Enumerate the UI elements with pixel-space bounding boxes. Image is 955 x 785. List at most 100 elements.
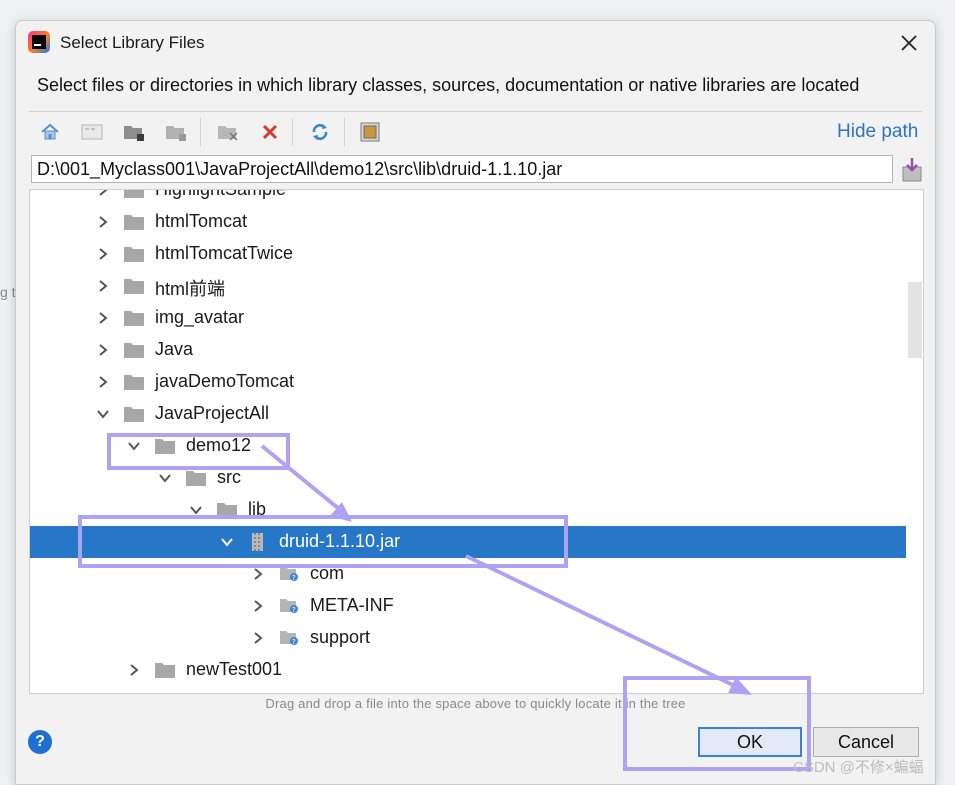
tree-row[interactable]: ? com — [30, 558, 906, 590]
tree-row[interactable]: img_avatar — [30, 302, 906, 334]
path-history-button[interactable] — [901, 157, 923, 183]
intellij-app-icon — [28, 31, 50, 53]
chevron-right-icon[interactable] — [96, 375, 110, 389]
svg-text:?: ? — [292, 606, 296, 614]
close-icon — [901, 35, 917, 51]
tree-row[interactable]: druid-1.1.10.jar — [30, 526, 906, 558]
chevron-right-icon[interactable] — [96, 279, 110, 293]
file-chooser-toolbar — [34, 118, 394, 146]
tree-row-label: HighlightSample — [155, 189, 287, 199]
tree-row-label: lib — [248, 499, 267, 519]
folder-icon — [124, 246, 144, 262]
chevron-down-icon[interactable] — [127, 439, 141, 453]
toolbar-separator — [200, 118, 201, 146]
chevron-right-icon[interactable] — [96, 215, 110, 229]
title-bar: Select Library Files — [16, 21, 935, 65]
chevron-down-icon[interactable] — [189, 503, 203, 517]
toolbar-separator — [344, 118, 345, 146]
folder-icon — [124, 310, 144, 326]
tree-row[interactable]: Java — [30, 334, 906, 366]
tree-row-label: htmlTomcat — [155, 211, 248, 231]
tree-row-label: javaDemoTomcat — [155, 371, 295, 391]
watermark: CSDN @不修×蝙蝠 — [793, 759, 924, 776]
tree-row[interactable]: htmlTomcatTwice — [30, 238, 906, 270]
tree-row[interactable]: html前端 — [30, 270, 906, 302]
tree-row-label: src — [217, 467, 241, 487]
chevron-right-icon[interactable] — [251, 567, 265, 581]
desktop-icon — [81, 124, 103, 140]
home-button[interactable] — [36, 118, 64, 146]
tree-row[interactable]: ? META-INF — [30, 590, 906, 622]
tree-row-label: newTest001 — [186, 659, 283, 679]
tree-scrollbar[interactable] — [906, 190, 923, 693]
cancel-button[interactable]: Cancel — [813, 727, 919, 757]
help-button[interactable]: ? — [28, 730, 52, 754]
tree-row[interactable]: ? support — [30, 622, 906, 654]
tree-row[interactable]: lib — [30, 494, 906, 526]
package-icon: ? — [279, 563, 299, 582]
folder-icon — [124, 190, 144, 198]
tree-row[interactable]: newTest001 — [30, 654, 906, 686]
scrollbar-thumb[interactable] — [908, 282, 922, 358]
tree-row-label: Java — [155, 339, 194, 359]
show-hidden-files-button[interactable] — [356, 118, 384, 146]
hide-path-link[interactable]: Hide path — [837, 121, 918, 143]
folder-icon — [124, 406, 144, 422]
chevron-right-icon[interactable] — [251, 631, 265, 645]
drag-drop-hint: Drag and drop a file into the space abov… — [265, 696, 686, 711]
chevron-down-icon[interactable] — [158, 471, 172, 485]
chevron-right-icon[interactable] — [96, 247, 110, 261]
tree-row[interactable]: javaDemoTomcat — [30, 366, 906, 398]
package-icon: ? — [279, 595, 299, 614]
project-folder-button[interactable] — [120, 118, 148, 146]
dialog-description: Select files or directories in which lib… — [37, 75, 860, 95]
path-input[interactable] — [31, 155, 893, 183]
new-folder-button[interactable] — [214, 118, 242, 146]
chevron-right-icon[interactable] — [96, 343, 110, 357]
file-tree[interactable]: newTest001? support ? META-INF? com druid-1.1… — [29, 189, 924, 694]
refresh-button[interactable] — [306, 118, 334, 146]
new-folder-icon — [124, 126, 144, 141]
background-text: g t — [0, 284, 16, 300]
dialog-title: Select Library Files — [60, 33, 205, 52]
chevron-right-icon[interactable] — [251, 599, 265, 613]
select-library-files-dialog: Select Library Files Select files or dir… — [15, 20, 936, 785]
tree-row-label: druid-1.1.10.jar — [279, 531, 401, 551]
chevron-down-icon[interactable] — [96, 407, 110, 421]
tree-row-label: support — [310, 627, 371, 647]
module-icon — [218, 126, 238, 141]
tree-row-label: html前端 — [155, 279, 226, 299]
folder-icon — [124, 214, 144, 230]
tree-row[interactable]: demo12 — [30, 430, 906, 462]
desktop-button[interactable] — [78, 118, 106, 146]
chevron-right-icon[interactable] — [96, 190, 110, 197]
ok-button[interactable]: OK — [698, 727, 802, 757]
refresh-icon — [312, 123, 328, 141]
folder-icon — [166, 126, 186, 141]
tree-row-label: com — [310, 563, 345, 583]
chevron-down-icon[interactable] — [220, 535, 234, 549]
tree-row-label: htmlTomcatTwice — [155, 243, 294, 263]
chevron-right-icon[interactable] — [96, 311, 110, 325]
chevron-right-icon[interactable] — [127, 663, 141, 677]
tree-row[interactable]: JavaProjectAll — [30, 398, 906, 430]
folder-icon — [124, 342, 144, 358]
tree-row-label: demo12 — [186, 435, 252, 455]
delete-button[interactable] — [256, 118, 284, 146]
close-button[interactable] — [897, 31, 921, 55]
module-folder-button[interactable] — [162, 118, 190, 146]
delete-icon — [262, 124, 278, 140]
header-divider — [29, 111, 922, 112]
svg-text:?: ? — [292, 574, 296, 582]
toolbar-separator — [292, 118, 293, 146]
svg-text:?: ? — [292, 638, 296, 646]
folder-icon — [186, 470, 206, 486]
tree-row-label: img_avatar — [155, 307, 245, 327]
tree-row[interactable]: src — [30, 462, 906, 494]
tree-row-label: JavaProjectAll — [155, 403, 270, 423]
show-hidden-icon — [360, 122, 380, 142]
folder-icon — [155, 438, 175, 454]
tree-row[interactable]: htmlTomcat — [30, 206, 906, 238]
folder-icon — [124, 374, 144, 390]
tree-row[interactable]: HighlightSample — [30, 189, 906, 206]
